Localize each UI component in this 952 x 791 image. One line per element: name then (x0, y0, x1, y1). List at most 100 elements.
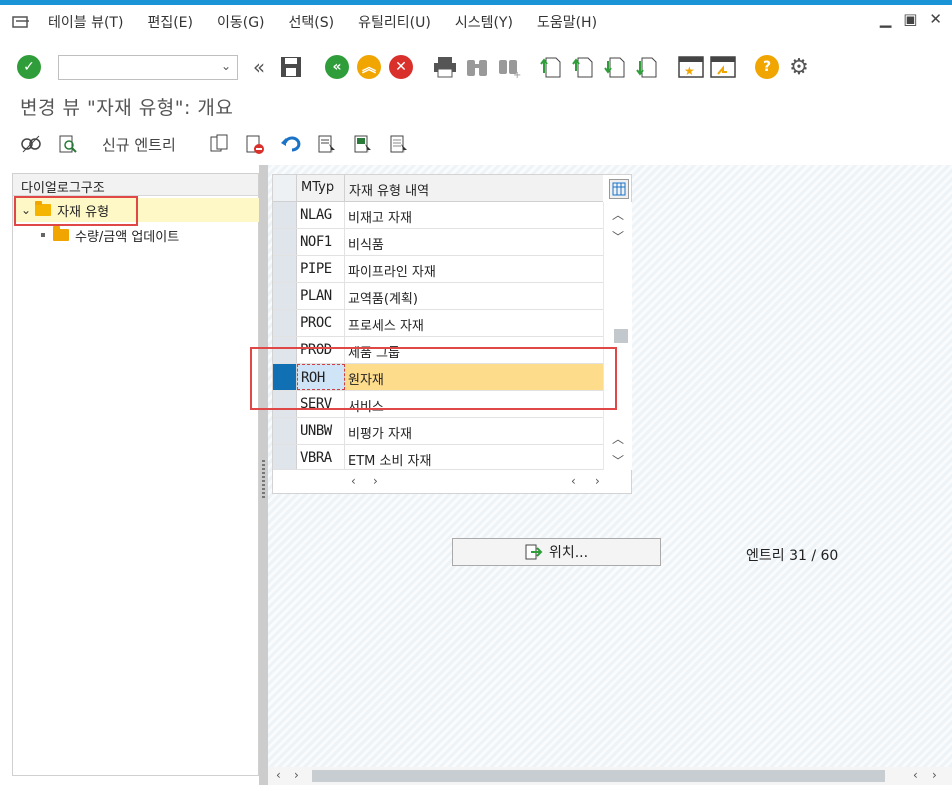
previous-page-icon[interactable] (570, 54, 596, 80)
select-all-icon[interactable] (316, 133, 338, 155)
cell-mtyp[interactable]: NOF1 (297, 229, 345, 255)
scroll-up-icon[interactable]: ︿ (612, 206, 624, 223)
menu-table-view[interactable]: 테이블 뷰(T) (48, 12, 123, 32)
scroll-right-icon[interactable]: › (373, 474, 378, 488)
details-icon[interactable] (56, 133, 78, 155)
tree-node-label: 수량/금액 업데이트 (75, 229, 180, 245)
minimize-icon[interactable]: ▁ (880, 10, 892, 28)
column-header-description[interactable]: 자재 유형 내역 (345, 175, 603, 201)
cell-description[interactable]: 비재고 자재 (345, 202, 603, 228)
cell-mtyp[interactable]: PLAN (297, 283, 345, 309)
find-next-icon[interactable]: + (496, 54, 522, 80)
row-selector[interactable] (273, 283, 297, 309)
save-icon[interactable] (278, 54, 304, 80)
cancel-icon[interactable]: ✕ (388, 54, 414, 80)
select-block-icon[interactable] (352, 133, 374, 155)
scroll-left-icon[interactable]: ‹ (351, 474, 356, 488)
table-row[interactable]: PIPE 파이프라인 자재 (273, 256, 603, 283)
cell-mtyp[interactable]: VBRA (297, 445, 345, 469)
new-entries-button[interactable]: 신규 엔트리 (102, 134, 176, 155)
menu-utilities[interactable]: 유틸리티(U) (358, 12, 431, 32)
system-menu-icon[interactable] (12, 15, 30, 29)
row-selector[interactable] (273, 256, 297, 282)
menu-select[interactable]: 선택(S) (289, 12, 335, 32)
scroll-thumb[interactable] (312, 770, 885, 782)
splitter-grip-icon[interactable] (262, 460, 265, 500)
table-row[interactable]: PROC 프로세스 자재 (273, 310, 603, 337)
chevron-down-icon[interactable]: ⌄ (221, 59, 231, 73)
new-session-icon[interactable]: ★ (678, 54, 704, 80)
cell-description[interactable]: 비식품 (345, 229, 603, 255)
table-horizontal-scrollbar[interactable]: ‹ › ‹ › (273, 470, 632, 494)
enter-check-icon[interactable]: ✓ (16, 54, 42, 80)
find-icon[interactable] (464, 54, 490, 80)
print-icon[interactable] (432, 54, 458, 80)
last-page-icon[interactable] (634, 54, 660, 80)
leaf-bullet-icon (41, 233, 45, 237)
tree-node-qty-value-update[interactable]: 수량/금액 업데이트 (13, 224, 259, 246)
display-change-icon[interactable] (20, 133, 42, 155)
table-row[interactable]: VBRA ETM 소비 자재 (273, 445, 603, 470)
scroll-left-icon[interactable]: ‹ (571, 474, 576, 488)
column-header-mtyp[interactable]: MTyp (297, 175, 345, 201)
svg-text:★: ★ (684, 64, 695, 78)
delete-icon[interactable] (244, 133, 266, 155)
scroll-left-icon[interactable]: ‹ (913, 768, 918, 782)
scroll-right-icon[interactable]: › (932, 768, 937, 782)
cell-mtyp[interactable]: PIPE (297, 256, 345, 282)
cell-mtyp[interactable]: PROC (297, 310, 345, 336)
table-row[interactable]: UNBW 비평가 자재 (273, 418, 603, 445)
shortcut-icon[interactable] (710, 54, 736, 80)
next-page-icon[interactable] (602, 54, 628, 80)
exit-icon[interactable]: ︽ (356, 54, 382, 80)
help-icon[interactable]: ? (754, 54, 780, 80)
menu-edit[interactable]: 편집(E) (147, 12, 193, 32)
table-row[interactable]: NLAG 비재고 자재 (273, 202, 603, 229)
cell-description[interactable]: ETM 소비 자재 (345, 445, 603, 469)
table-row[interactable]: NOF1 비식품 (273, 229, 603, 256)
svg-text:+: + (513, 70, 521, 78)
cell-mtyp[interactable]: UNBW (297, 418, 345, 444)
application-toolbar: 신규 엔트리 (0, 128, 952, 160)
command-field[interactable]: ⌄ (58, 54, 238, 80)
scroll-page-up-icon[interactable]: ︿ (612, 430, 624, 447)
close-icon[interactable]: ✕ (929, 10, 942, 28)
row-selector[interactable] (273, 445, 297, 469)
cell-description[interactable]: 교역품(계획) (345, 283, 603, 309)
scroll-page-down-icon[interactable]: ﹀ (612, 452, 624, 469)
cell-description[interactable]: 파이프라인 자재 (345, 256, 603, 282)
scroll-down-icon[interactable]: ﹀ (612, 228, 624, 245)
scroll-right-icon[interactable]: › (595, 474, 600, 488)
position-button[interactable]: 위치... (452, 538, 661, 566)
first-page-icon[interactable] (538, 54, 564, 80)
row-selector[interactable] (273, 202, 297, 228)
double-left-icon[interactable]: « (246, 54, 272, 80)
cell-mtyp[interactable]: NLAG (297, 202, 345, 228)
menu-goto[interactable]: 이동(G) (217, 12, 265, 32)
settings-icon[interactable]: ⚙ (786, 54, 812, 80)
scroll-left-icon[interactable]: ‹ (276, 768, 281, 782)
highlight-box-row (250, 347, 617, 410)
column-settings-icon[interactable] (609, 179, 629, 199)
row-selector[interactable] (273, 229, 297, 255)
entry-counter: 엔트리 31 / 60 (746, 548, 839, 564)
copy-as-icon[interactable] (208, 133, 230, 155)
position-icon (525, 544, 543, 560)
cell-description[interactable]: 프로세스 자재 (345, 310, 603, 336)
scroll-thumb[interactable] (614, 329, 628, 343)
maximize-icon[interactable]: ▣ (903, 10, 917, 28)
deselect-all-icon[interactable] (388, 133, 410, 155)
folder-icon (53, 226, 69, 241)
undo-icon[interactable] (280, 133, 302, 155)
scroll-right-icon[interactable]: › (294, 768, 299, 782)
table-vertical-scrollbar[interactable]: ︿ ﹀ ︿ ﹀ (603, 202, 632, 470)
cell-description[interactable]: 비평가 자재 (345, 418, 603, 444)
menu-system[interactable]: 시스템(Y) (455, 12, 513, 32)
table-row[interactable]: PLAN 교역품(계획) (273, 283, 603, 310)
menu-help[interactable]: 도움말(H) (537, 12, 597, 32)
row-selector[interactable] (273, 418, 297, 444)
back-icon[interactable]: « (324, 54, 350, 80)
select-all-cell[interactable] (273, 175, 297, 201)
row-selector[interactable] (273, 310, 297, 336)
content-horizontal-scrollbar[interactable]: ‹ › ‹ › (268, 767, 952, 785)
